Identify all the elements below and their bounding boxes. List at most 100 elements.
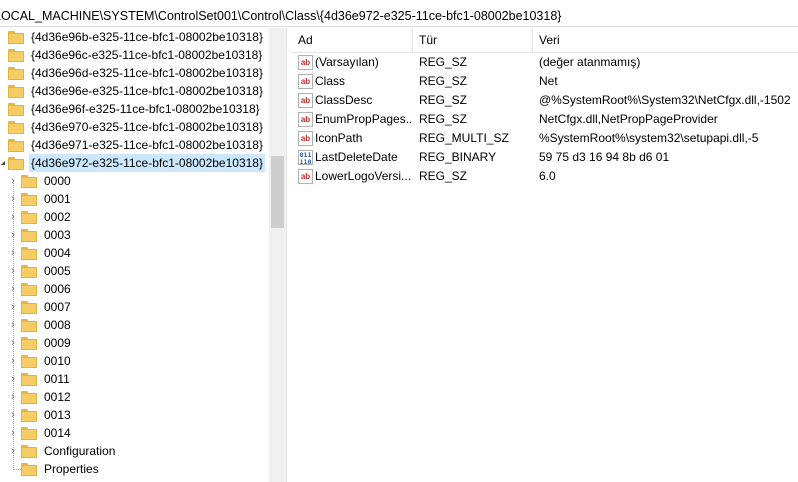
tree-subitem[interactable]: › 0002 <box>7 208 73 226</box>
folder-icon <box>8 102 24 116</box>
chevron-right-icon[interactable]: › <box>7 442 19 460</box>
value-type: REG_BINARY <box>419 150 497 164</box>
folder-icon <box>8 30 24 44</box>
tree-item[interactable]: {4d36e96f-e325-11ce-bfc1-08002be10318} <box>8 100 262 118</box>
tree-subitem[interactable]: › 0013 <box>7 406 73 424</box>
tree-subitem[interactable]: › Configuration <box>7 442 117 460</box>
tree-subitem[interactable]: › 0006 <box>7 280 73 298</box>
tree-item-label: 0005 <box>44 264 71 278</box>
tree-item-selected[interactable]: {4d36e972-e325-11ce-bfc1-08002be10318} <box>0 154 265 172</box>
tree-subitem[interactable]: › 0010 <box>7 352 73 370</box>
tree-subitem[interactable]: › 0003 <box>7 226 73 244</box>
tree-subitem[interactable]: › 0011 <box>7 370 72 388</box>
column-header-name[interactable]: Ad <box>292 28 412 52</box>
tree-item-label: 0004 <box>44 246 71 260</box>
registry-tree[interactable]: {4d36e96b-e325-11ce-bfc1-08002be10318} {… <box>0 28 269 482</box>
binary-value-icon: 011 110 <box>298 150 313 166</box>
chevron-down-icon[interactable] <box>0 154 6 172</box>
tree-item-label: {4d36e970-e325-11ce-bfc1-08002be10318} <box>31 120 263 134</box>
chevron-right-icon[interactable]: › <box>7 370 19 388</box>
tree-item-label: 0012 <box>44 390 71 404</box>
tree-item[interactable]: {4d36e96e-e325-11ce-bfc1-08002be10318} <box>8 82 265 100</box>
folder-icon <box>21 228 37 242</box>
tree-subitem[interactable]: › 0008 <box>7 316 73 334</box>
chevron-right-icon[interactable]: › <box>7 352 19 370</box>
folder-icon <box>21 264 37 278</box>
value-type: REG_SZ <box>419 169 468 183</box>
value-data: Net <box>539 74 558 88</box>
chevron-right-icon[interactable]: › <box>7 388 19 406</box>
tree-item[interactable]: {4d36e96d-e325-11ce-bfc1-08002be10318} <box>8 64 265 82</box>
folder-icon <box>8 66 24 80</box>
tree-item[interactable]: {4d36e971-e325-11ce-bfc1-08002be10318} <box>8 136 265 154</box>
string-value-icon: ab <box>298 93 313 108</box>
tree-item-label: 0006 <box>44 282 71 296</box>
list-row[interactable]: ab IconPath REG_MULTI_SZ %SystemRoot%\sy… <box>292 129 798 148</box>
value-data: 6.0 <box>539 169 556 183</box>
list-row[interactable]: ab ClassDesc REG_SZ @%SystemRoot%\System… <box>292 91 798 110</box>
tree-subitem[interactable]: › 0005 <box>7 262 73 280</box>
value-name: (Varsayılan) <box>315 55 379 69</box>
folder-icon <box>21 318 37 332</box>
folder-icon <box>21 210 37 224</box>
folder-icon <box>21 372 37 386</box>
chevron-right-icon[interactable]: › <box>7 190 19 208</box>
folder-icon <box>21 192 37 206</box>
tree-item-label: Configuration <box>44 444 116 458</box>
folder-open-icon <box>8 156 24 170</box>
list-row[interactable]: ab EnumPropPages... REG_SZ NetCfgx.dll,N… <box>292 110 798 129</box>
tree-item[interactable]: {4d36e96b-e325-11ce-bfc1-08002be10318} <box>8 28 265 46</box>
list-row[interactable]: ab LowerLogoVersi... REG_SZ 6.0 <box>292 167 798 186</box>
chevron-right-icon[interactable]: › <box>7 244 19 262</box>
value-name: LowerLogoVersi... <box>315 169 411 183</box>
chevron-right-icon[interactable]: › <box>7 316 19 334</box>
chevron-right-icon[interactable]: › <box>7 298 19 316</box>
address-bar[interactable]: LOCAL_MACHINE\SYSTEM\ControlSet001\Contr… <box>0 0 798 27</box>
folder-icon <box>21 444 37 458</box>
tree-subitem[interactable]: › 0014 <box>7 424 73 442</box>
tree-item[interactable]: {4d36e970-e325-11ce-bfc1-08002be10318} <box>8 118 265 136</box>
tree-subitem[interactable]: Properties <box>7 460 101 478</box>
string-value-icon: ab <box>298 74 313 89</box>
folder-icon <box>21 300 37 314</box>
tree-subitem[interactable]: › 0000 <box>7 172 73 190</box>
chevron-right-icon[interactable]: › <box>7 280 19 298</box>
value-data: (değer atanmamış) <box>539 55 641 69</box>
column-header-data[interactable]: Veri <box>533 28 798 52</box>
chevron-right-icon[interactable]: › <box>7 208 19 226</box>
chevron-right-icon[interactable]: › <box>7 172 19 190</box>
folder-icon <box>21 174 37 188</box>
value-data: %SystemRoot%\system32\setupapi.dll,-5 <box>539 131 759 145</box>
string-value-icon: ab <box>298 112 313 127</box>
chevron-right-icon[interactable]: › <box>7 406 19 424</box>
tree-item-label: {4d36e96e-e325-11ce-bfc1-08002be10318} <box>31 84 263 98</box>
list-header: Ad Tür Veri <box>292 28 798 53</box>
scrollbar-thumb[interactable] <box>271 156 284 228</box>
list-row[interactable]: ab (Varsayılan) REG_SZ (değer atanmamış) <box>292 53 798 72</box>
tree-item-label: 0001 <box>44 192 71 206</box>
chevron-right-icon[interactable]: › <box>7 334 19 352</box>
tree-subitem[interactable]: › 0004 <box>7 244 73 262</box>
tree-vertical-scrollbar[interactable] <box>269 28 286 482</box>
tree-subitem[interactable]: › 0012 <box>7 388 73 406</box>
chevron-right-icon[interactable]: › <box>7 226 19 244</box>
column-header-type[interactable]: Tür <box>413 28 531 52</box>
tree-item[interactable]: {4d36e96c-e325-11ce-bfc1-08002be10318} <box>8 46 264 64</box>
folder-icon <box>21 390 37 404</box>
string-value-icon: ab <box>298 55 313 70</box>
tree-subitem[interactable]: › 0007 <box>7 298 73 316</box>
list-row[interactable]: 011 110 LastDeleteDate REG_BINARY 59 75 d… <box>292 148 798 167</box>
values-list[interactable]: Ad Tür Veri ab (Varsayılan) REG_SZ (değe… <box>292 28 798 482</box>
folder-icon <box>21 282 37 296</box>
tree-subitem[interactable]: › 0009 <box>7 334 73 352</box>
value-type: REG_MULTI_SZ <box>419 131 509 145</box>
tree-item-label: 0007 <box>44 300 71 314</box>
tree-item-label: 0008 <box>44 318 71 332</box>
tree-item-label: {4d36e96d-e325-11ce-bfc1-08002be10318} <box>31 66 263 80</box>
tree-subitem[interactable]: › 0001 <box>7 190 73 208</box>
chevron-right-icon[interactable]: › <box>7 262 19 280</box>
folder-icon <box>21 354 37 368</box>
list-row[interactable]: ab Class REG_SZ Net <box>292 72 798 91</box>
tree-item-label: {4d36e96f-e325-11ce-bfc1-08002be10318} <box>31 102 260 116</box>
chevron-right-icon[interactable]: › <box>7 424 19 442</box>
